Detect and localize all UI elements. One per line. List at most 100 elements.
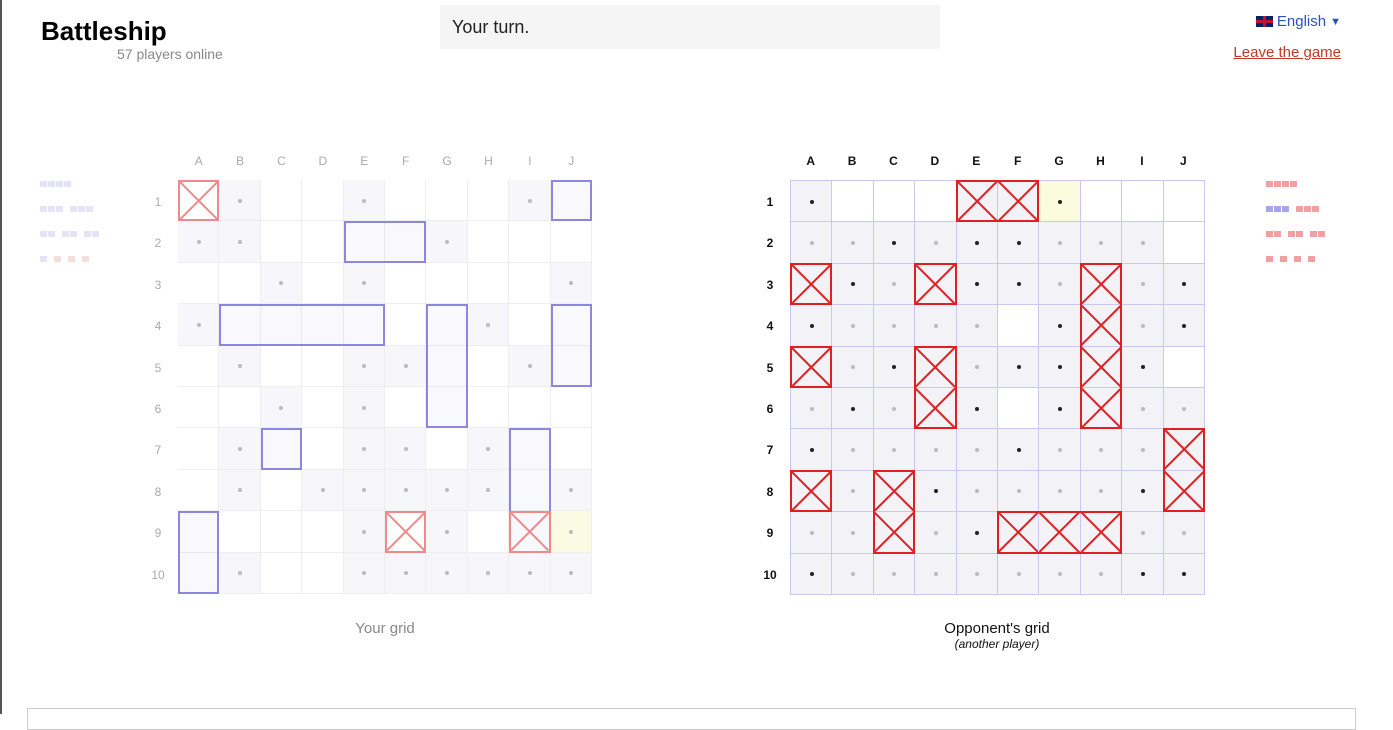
- target-cell[interactable]: [956, 222, 998, 264]
- miss-marker: [238, 364, 243, 369]
- target-cell[interactable]: [791, 512, 833, 554]
- target-cell[interactable]: [956, 470, 998, 513]
- target-cell[interactable]: [1039, 305, 1081, 347]
- target-cell[interactable]: [1122, 512, 1164, 554]
- target-cell[interactable]: [832, 346, 874, 388]
- target-cell[interactable]: [832, 470, 874, 513]
- target-cell[interactable]: [1039, 222, 1081, 264]
- target-cell[interactable]: [998, 305, 1040, 347]
- target-cell[interactable]: [1163, 181, 1205, 223]
- target-cell[interactable]: [1039, 263, 1081, 306]
- target-cell[interactable]: [1039, 553, 1081, 595]
- miss-marker: [1182, 282, 1187, 287]
- ship-block: [70, 231, 77, 237]
- target-cell[interactable]: [915, 553, 957, 595]
- target-cell[interactable]: [956, 512, 998, 554]
- target-cell[interactable]: [832, 388, 874, 430]
- hit-marker: [385, 511, 427, 553]
- target-cell[interactable]: [956, 263, 998, 306]
- target-cell[interactable]: [873, 553, 916, 595]
- target-cell[interactable]: [832, 512, 874, 554]
- language-selector[interactable]: English ▼: [1255, 13, 1341, 30]
- grid-cell: [467, 304, 510, 346]
- target-cell[interactable]: [1080, 470, 1123, 513]
- target-cell[interactable]: [791, 305, 833, 347]
- grid-cell: [343, 552, 385, 594]
- target-cell[interactable]: [998, 388, 1040, 430]
- target-cell[interactable]: [873, 222, 916, 264]
- target-cell[interactable]: [1080, 429, 1123, 471]
- sunk-ship-block: [1274, 231, 1281, 237]
- target-cell[interactable]: [1163, 388, 1205, 430]
- leave-game-link[interactable]: Leave the game: [1233, 44, 1341, 61]
- target-cell[interactable]: [915, 512, 957, 554]
- target-cell[interactable]: [791, 553, 833, 595]
- target-cell[interactable]: [956, 305, 998, 347]
- target-cell[interactable]: [1163, 305, 1205, 347]
- target-cell[interactable]: [998, 429, 1040, 471]
- target-cell[interactable]: [832, 222, 874, 264]
- target-cell[interactable]: [1080, 553, 1123, 595]
- opponent-grid[interactable]: [790, 180, 1205, 595]
- target-cell[interactable]: [1122, 346, 1164, 388]
- target-cell[interactable]: [1039, 429, 1081, 471]
- target-cell[interactable]: [1080, 181, 1123, 223]
- target-cell[interactable]: [832, 263, 874, 306]
- target-cell[interactable]: [1122, 222, 1164, 264]
- target-cell[interactable]: [1122, 181, 1164, 223]
- target-cell[interactable]: [791, 429, 833, 471]
- target-cell[interactable]: [915, 305, 957, 347]
- target-cell[interactable]: [1163, 346, 1205, 388]
- target-cell[interactable]: [915, 470, 957, 513]
- target-cell[interactable]: [832, 553, 874, 595]
- target-cell[interactable]: [873, 429, 916, 471]
- target-cell[interactable]: [998, 263, 1040, 306]
- target-cell[interactable]: [1122, 305, 1164, 347]
- target-cell[interactable]: [1039, 470, 1081, 513]
- grid-cell: [509, 304, 551, 346]
- target-cell[interactable]: [1163, 553, 1205, 595]
- target-cell[interactable]: [1163, 263, 1205, 306]
- target-cell[interactable]: [956, 346, 998, 388]
- target-cell[interactable]: [998, 470, 1040, 513]
- miss-marker: [569, 529, 574, 534]
- miss-marker: [1140, 282, 1145, 287]
- target-cell[interactable]: [873, 346, 916, 388]
- target-cell[interactable]: [832, 305, 874, 347]
- target-cell[interactable]: [1122, 263, 1164, 306]
- target-cell[interactable]: [832, 181, 874, 223]
- target-cell[interactable]: [873, 263, 916, 306]
- target-cell[interactable]: [956, 553, 998, 595]
- target-cell[interactable]: [1122, 553, 1164, 595]
- target-cell[interactable]: [998, 553, 1040, 595]
- target-cell[interactable]: [1163, 512, 1205, 554]
- target-cell[interactable]: [873, 388, 916, 430]
- target-cell[interactable]: [915, 429, 957, 471]
- target-cell[interactable]: [791, 181, 833, 223]
- target-cell[interactable]: [1122, 429, 1164, 471]
- target-cell[interactable]: [1039, 346, 1081, 388]
- target-cell[interactable]: [1122, 470, 1164, 513]
- target-cell[interactable]: [873, 181, 916, 223]
- grid-cell: [509, 552, 551, 594]
- target-cell[interactable]: [1039, 181, 1081, 223]
- target-cell[interactable]: [791, 388, 833, 430]
- miss-marker: [1099, 572, 1104, 577]
- target-cell[interactable]: [915, 181, 957, 223]
- target-cell[interactable]: [956, 388, 998, 430]
- target-cell[interactable]: [1080, 222, 1123, 264]
- target-cell[interactable]: [1163, 222, 1205, 264]
- target-cell[interactable]: [873, 305, 916, 347]
- target-cell[interactable]: [1122, 388, 1164, 430]
- grid-cell: [385, 387, 427, 429]
- miss-marker: [403, 447, 408, 452]
- target-cell[interactable]: [956, 429, 998, 471]
- target-cell[interactable]: [998, 346, 1040, 388]
- ship-block: [56, 206, 63, 212]
- target-cell[interactable]: [791, 222, 833, 264]
- target-cell[interactable]: [1039, 388, 1081, 430]
- sunk-ship-block: [82, 256, 89, 262]
- target-cell[interactable]: [832, 429, 874, 471]
- target-cell[interactable]: [998, 222, 1040, 264]
- target-cell[interactable]: [915, 222, 957, 264]
